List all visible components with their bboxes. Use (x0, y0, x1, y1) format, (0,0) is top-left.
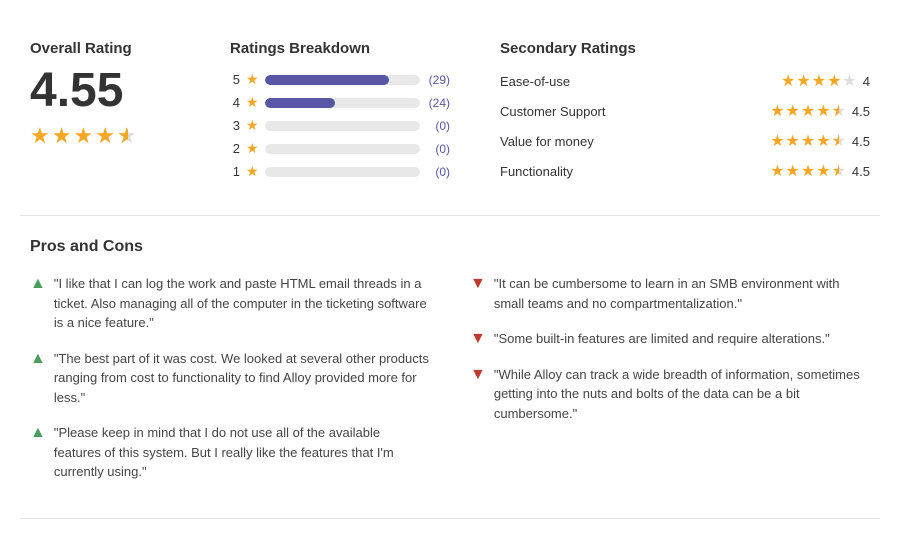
overall-score: 4.55 (30, 67, 190, 115)
bar-label-4: 4 (230, 95, 240, 110)
secondary-score-support: 4.5 (852, 104, 870, 119)
bar-count-5: (29) (426, 73, 450, 87)
pro-item-3: ▲ "Please keep in mind that I do not use… (30, 423, 430, 482)
pros-column: ▲ "I like that I can log the work and pa… (30, 274, 430, 498)
down-arrow-icon-1: ▼ (470, 275, 486, 293)
star-4: ★ (95, 123, 115, 149)
up-arrow-icon-3: ▲ (30, 424, 46, 442)
secondary-label-value: Value for money (500, 134, 620, 149)
secondary-row-ease: Ease-of-use ★ ★ ★ ★ ★ 4 (500, 71, 870, 91)
secondary-row-support: Customer Support ★ ★ ★ ★ ★★ 4.5 (500, 101, 870, 121)
secondary-label-support: Customer Support (500, 104, 620, 119)
bar-label-3: 3 (230, 118, 240, 133)
con-text-3: "While Alloy can track a wide breadth of… (494, 365, 870, 424)
star-3: ★ (73, 123, 93, 149)
overall-stars: ★ ★ ★ ★ ★ ★ (30, 123, 190, 149)
bar-count-4: (24) (426, 96, 450, 110)
bar-track-2 (265, 144, 420, 154)
bar-label-1: 1 (230, 164, 240, 179)
secondary-row-value: Value for money ★ ★ ★ ★ ★★ 4.5 (500, 131, 870, 151)
secondary-row-functionality: Functionality ★ ★ ★ ★ ★★ 4.5 (500, 161, 870, 181)
secondary-stars-functionality: ★ ★ ★ ★ ★★ 4.5 (770, 161, 870, 181)
bar-star-2: ★ (246, 140, 259, 157)
pro-text-3: "Please keep in mind that I do not use a… (54, 423, 430, 482)
overall-rating-section: Overall Rating 4.55 ★ ★ ★ ★ ★ ★ (30, 40, 210, 191)
bar-star-3: ★ (246, 117, 259, 134)
secondary-ratings-title: Secondary Ratings (500, 40, 870, 57)
con-item-2: ▼ "Some built-in features are limited an… (470, 329, 870, 349)
bar-count-3: (0) (426, 119, 450, 133)
bar-row-3: 3 ★ (0) (230, 117, 450, 134)
secondary-score-functionality: 4.5 (852, 164, 870, 179)
star-1: ★ (30, 123, 50, 149)
pro-text-1: "I like that I can log the work and past… (54, 274, 430, 333)
ratings-breakdown-section: Ratings Breakdown 5 ★ (29) 4 ★ (24) 3 ★ (210, 40, 470, 191)
secondary-stars-value: ★ ★ ★ ★ ★★ 4.5 (770, 131, 870, 151)
pros-cons-section: Pros and Cons ▲ "I like that I can log t… (20, 216, 880, 519)
bar-fill-4 (265, 98, 335, 108)
bar-track-4 (265, 98, 420, 108)
con-item-3: ▼ "While Alloy can track a wide breadth … (470, 365, 870, 424)
pros-cons-columns: ▲ "I like that I can log the work and pa… (30, 274, 870, 498)
pro-item-1: ▲ "I like that I can log the work and pa… (30, 274, 430, 333)
overall-rating-title: Overall Rating (30, 40, 190, 57)
con-text-2: "Some built-in features are limited and … (494, 329, 830, 349)
secondary-stars-ease: ★ ★ ★ ★ ★ 4 (781, 71, 870, 91)
cons-column: ▼ "It can be cumbersome to learn in an S… (470, 274, 870, 498)
bar-star-1: ★ (246, 163, 259, 180)
bar-row-2: 2 ★ (0) (230, 140, 450, 157)
bar-count-2: (0) (426, 142, 450, 156)
bar-fill-5 (265, 75, 389, 85)
bar-row-4: 4 ★ (24) (230, 94, 450, 111)
breakdown-title: Ratings Breakdown (230, 40, 450, 57)
pro-text-2: "The best part of it was cost. We looked… (54, 349, 430, 408)
con-text-1: "It can be cumbersome to learn in an SMB… (494, 274, 870, 313)
up-arrow-icon-2: ▲ (30, 350, 46, 368)
down-arrow-icon-3: ▼ (470, 366, 486, 384)
secondary-label-ease: Ease-of-use (500, 74, 620, 89)
bar-track-3 (265, 121, 420, 131)
star-5: ★ ★ (117, 123, 137, 149)
bar-row-1: 1 ★ (0) (230, 163, 450, 180)
bar-count-1: (0) (426, 165, 450, 179)
bar-star-4: ★ (246, 94, 259, 111)
bar-label-2: 2 (230, 141, 240, 156)
bar-label-5: 5 (230, 72, 240, 87)
secondary-score-value: 4.5 (852, 134, 870, 149)
bar-star-5: ★ (246, 71, 259, 88)
secondary-label-functionality: Functionality (500, 164, 620, 179)
up-arrow-icon: ▲ (30, 275, 46, 293)
secondary-stars-support: ★ ★ ★ ★ ★★ 4.5 (770, 101, 870, 121)
bar-row-5: 5 ★ (29) (230, 71, 450, 88)
secondary-ratings-section: Secondary Ratings Ease-of-use ★ ★ ★ ★ ★ … (470, 40, 870, 191)
pro-item-2: ▲ "The best part of it was cost. We look… (30, 349, 430, 408)
secondary-score-ease: 4 (863, 74, 870, 89)
pros-cons-title: Pros and Cons (30, 238, 870, 256)
down-arrow-icon-2: ▼ (470, 330, 486, 348)
bar-track-5 (265, 75, 420, 85)
con-item-1: ▼ "It can be cumbersome to learn in an S… (470, 274, 870, 313)
bar-track-1 (265, 167, 420, 177)
star-2: ★ (52, 123, 72, 149)
